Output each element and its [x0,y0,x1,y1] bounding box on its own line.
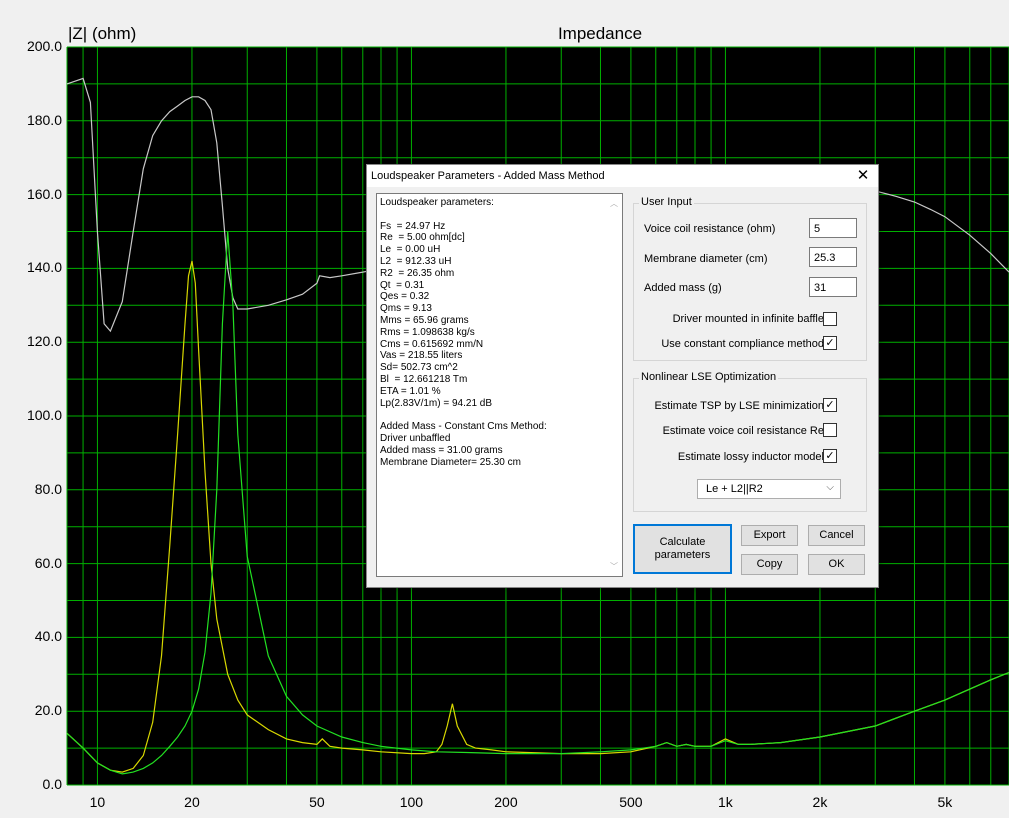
y-tick-label: 20.0 [34,702,62,719]
export-button[interactable]: Export [741,525,798,546]
y-tick-label: 0.0 [42,776,62,792]
x-tick-label: 20 [184,794,200,810]
cancel-button[interactable]: Cancel [808,525,865,546]
inductor-model-select[interactable]: Le + L2||R2 ⌵ [697,479,841,499]
x-tick-label: 2k [812,794,828,810]
user-input-group-title: User Input [639,196,694,208]
estimate-re-checkbox[interactable] [823,423,837,437]
y-tick-label: 80.0 [34,480,62,497]
estimate-tsp-label: Estimate TSP by LSE minimization [654,400,824,412]
loudspeaker-parameters-dialog: Loudspeaker Parameters - Added Mass Meth… [366,164,879,588]
x-tick-label: 10 [89,794,106,810]
added-mass-label: Added mass (g) [644,282,722,294]
x-tick-label: 50 [309,794,325,810]
ok-button-label: OK [828,558,845,570]
chevron-down-icon: ⌵ [826,482,834,493]
scroll-down-icon[interactable]: ﹀ [610,561,618,572]
y-tick-label: 140.0 [26,259,62,276]
lse-group-title: Nonlinear LSE Optimization [639,371,779,383]
x-tick-label: 200 [494,794,518,810]
cancel-button-label: Cancel [819,529,854,541]
y-tick-label: 120.0 [26,333,62,350]
results-scrollbar[interactable]: ︿ ﹀ [606,194,622,576]
y-tick-label: 100.0 [26,407,62,423]
estimate-lossy-label: Estimate lossy inductor model [677,451,824,463]
voice-coil-field[interactable]: 5 [809,218,857,238]
x-tick-label: 100 [399,794,424,810]
calculate-parameters-button[interactable]: Calculate parameters [633,524,732,574]
inductor-model-value: Le + L2||R2 [706,483,763,495]
ok-button[interactable]: OK [808,554,865,575]
dialog-titlebar[interactable]: Loudspeaker Parameters - Added Mass Meth… [367,165,878,187]
estimate-re-label: Estimate voice coil resistance Re [662,425,824,437]
results-textbox[interactable]: Loudspeaker parameters: Fs = 24.97 Hz Re… [376,193,623,577]
added-mass-field[interactable]: 31 [809,277,857,297]
dialog-title: Loudspeaker Parameters - Added Mass Meth… [371,170,605,182]
x-tick-label: 1k [718,794,733,810]
infinite-baffle-label: Driver mounted in infinite baffle [672,313,824,325]
scroll-up-icon[interactable]: ︿ [610,198,618,209]
close-icon[interactable]: ✕ [848,165,878,187]
y-tick-label: 40.0 [34,628,62,645]
y-tick-label: 200.0 [26,38,62,54]
y-tick-label: 180.0 [26,111,62,128]
y-tick-label: 60.0 [34,554,62,571]
chart-title: Impedance [557,24,643,43]
constant-compliance-label: Use constant compliance method [661,338,824,350]
x-tick-label: 5k [937,794,953,810]
copy-button[interactable]: Copy [741,554,798,575]
export-button-label: Export [753,529,786,541]
y-tick-label: 160.0 [26,185,62,202]
x-tick-label: 500 [619,794,643,810]
estimate-tsp-checkbox[interactable]: ✓ [823,398,837,412]
copy-button-label: Copy [756,558,783,570]
results-text: Loudspeaker parameters: Fs = 24.97 Hz Re… [380,197,547,468]
voice-coil-label: Voice coil resistance (ohm) [644,223,776,235]
membrane-diameter-field[interactable]: 25.3 [809,247,857,267]
constant-compliance-checkbox[interactable]: ✓ [823,336,837,350]
estimate-lossy-checkbox[interactable]: ✓ [823,449,837,463]
membrane-diameter-label: Membrane diameter (cm) [644,253,768,265]
calculate-button-label: Calculate parameters [654,536,711,561]
infinite-baffle-checkbox[interactable] [823,312,837,326]
